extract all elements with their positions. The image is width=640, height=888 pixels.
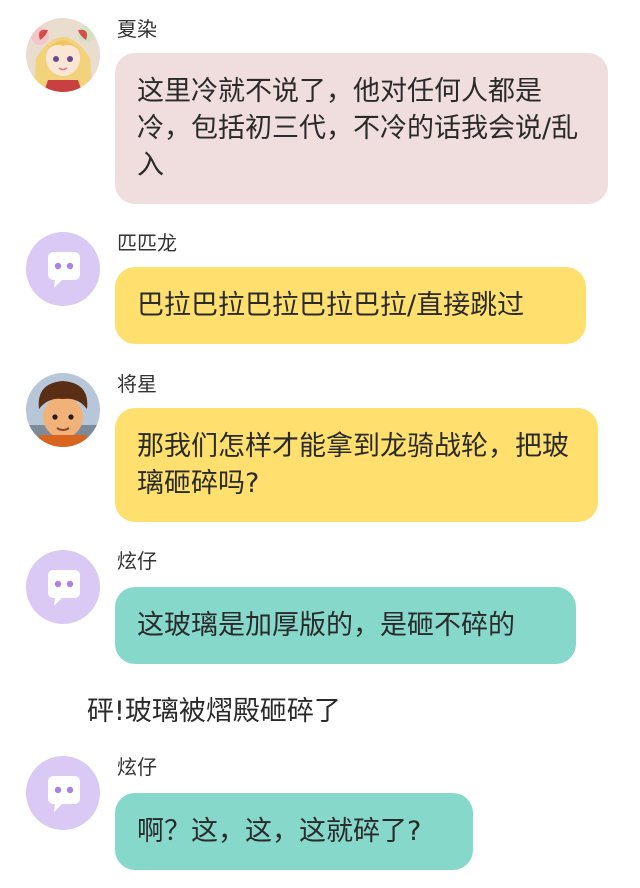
- sender-name: 炫仔: [117, 755, 157, 779]
- sender-name: 炫仔: [117, 549, 157, 573]
- sender-name: 匹匹龙: [117, 231, 177, 255]
- chat-bubble-icon: [26, 232, 100, 306]
- message-bubble[interactable]: 这里冷就不说了，他对任何人都是冷，包括初三代，不冷的话我会说/乱入: [115, 53, 608, 204]
- anime-girl-avatar[interactable]: [26, 18, 100, 92]
- anime-girl-avatar-icon: [26, 18, 100, 92]
- chat-bubble-icon: [26, 550, 100, 624]
- message-bubble[interactable]: 这玻璃是加厚版的，是砸不碎的: [115, 587, 576, 664]
- narration-text: 砰!玻璃被熠殿砸碎了: [87, 696, 341, 727]
- sender-name: 将星: [117, 372, 157, 396]
- default-chat-avatar[interactable]: [26, 232, 100, 306]
- sender-name: 夏染: [117, 17, 157, 41]
- message-bubble[interactable]: 啊？这，这，这就碎了?: [115, 793, 473, 870]
- message-bubble[interactable]: 那我们怎样才能拿到龙骑战轮，把玻璃砸碎吗?: [115, 408, 598, 522]
- default-chat-avatar[interactable]: [26, 550, 100, 624]
- default-chat-avatar[interactable]: [26, 756, 100, 830]
- boy-character-avatar-icon: [26, 373, 100, 447]
- chat-bubble-icon: [26, 756, 100, 830]
- chat-transcript: 夏染 这里冷就不说了，他对任何人都是冷，包括初三代，不冷的话我会说/乱入 匹匹龙…: [0, 0, 640, 888]
- boy-character-avatar[interactable]: [26, 373, 100, 447]
- message-bubble[interactable]: 巴拉巴拉巴拉巴拉巴拉/直接跳过: [115, 267, 586, 344]
